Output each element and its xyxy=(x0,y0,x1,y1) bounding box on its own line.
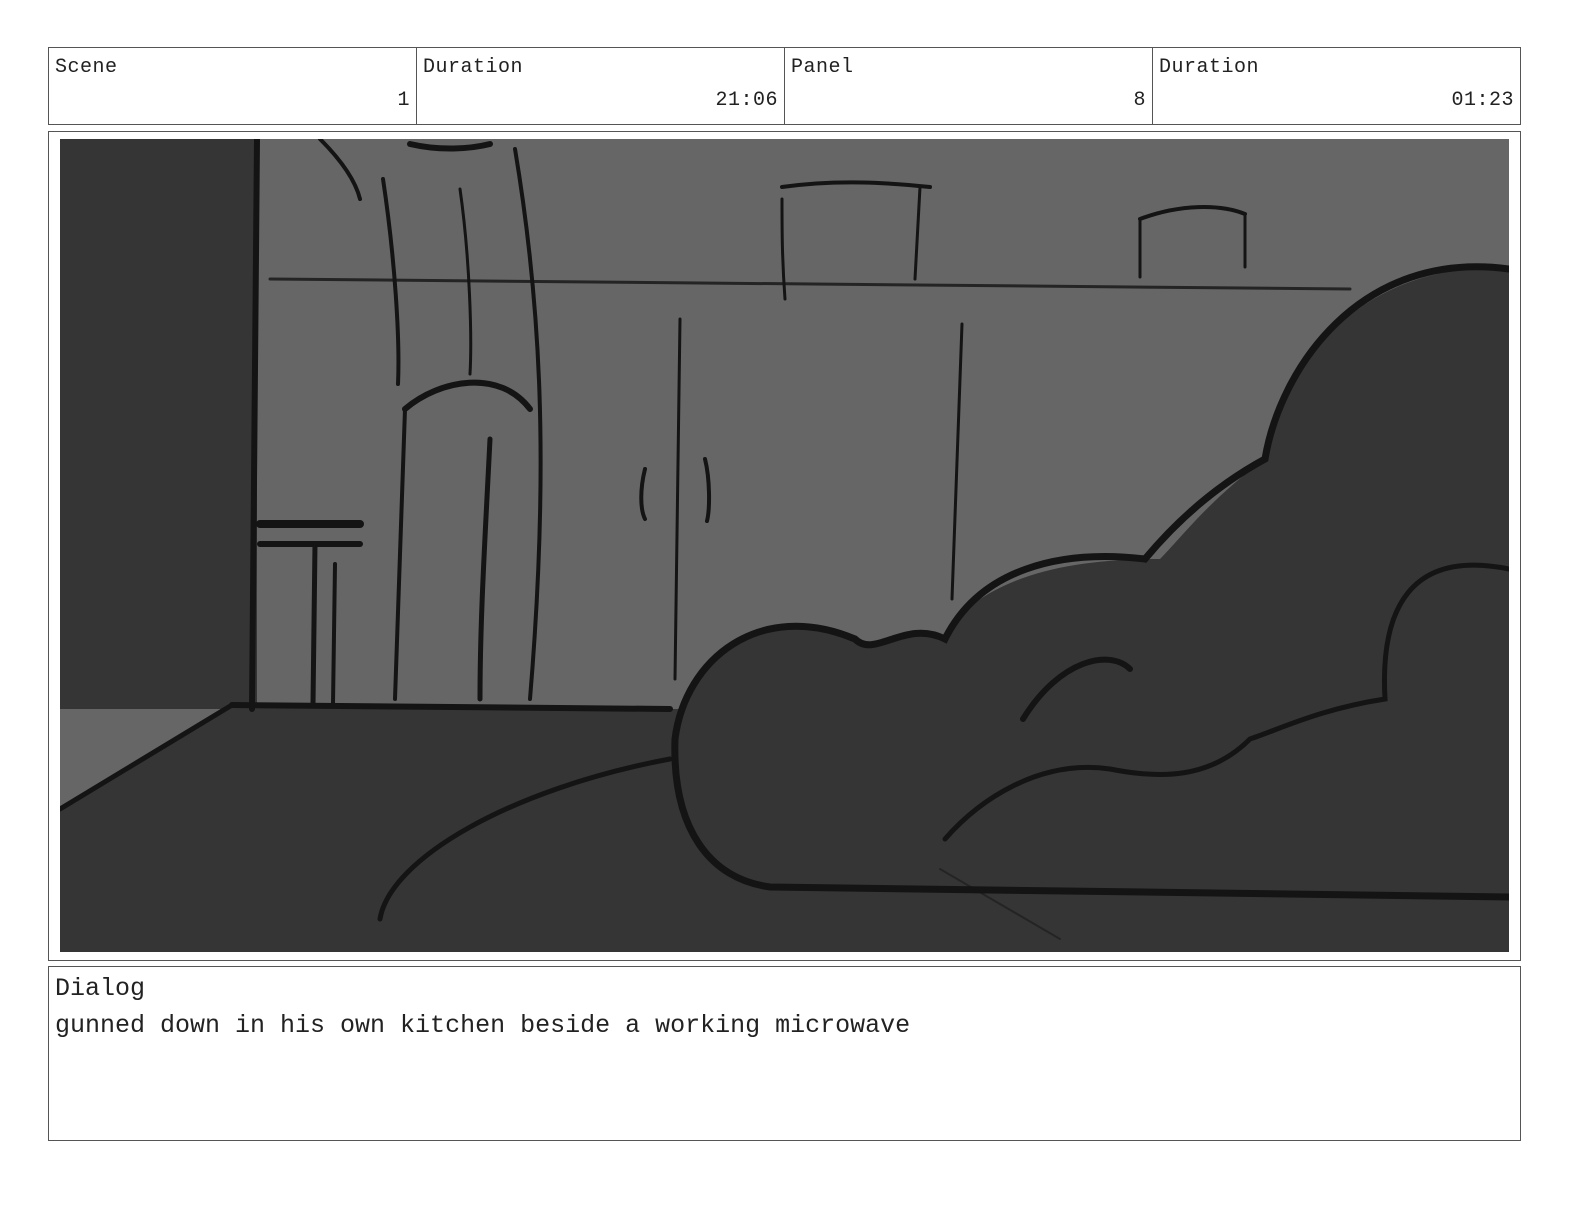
panel-cell: Panel 8 xyxy=(785,48,1153,124)
scene-duration-label: Duration xyxy=(423,56,524,79)
panel-label: Panel xyxy=(791,56,854,79)
dialog-label: Dialog xyxy=(55,974,146,1003)
scene-label: Scene xyxy=(55,56,118,79)
scene-value[interactable]: 1 xyxy=(397,89,410,112)
panel-frame xyxy=(48,131,1521,961)
panel-value[interactable]: 8 xyxy=(1133,89,1146,112)
storyboard-header: Scene 1 Duration 21:06 Panel 8 Duration … xyxy=(48,47,1521,125)
scene-duration-value[interactable]: 21:06 xyxy=(715,89,778,112)
dialog-box[interactable]: Dialog gunned down in his own kitchen be… xyxy=(48,966,1521,1141)
panel-duration-label: Duration xyxy=(1159,56,1260,79)
panel-sketch-image[interactable] xyxy=(60,139,1509,952)
scene-duration-cell: Duration 21:06 xyxy=(417,48,785,124)
scene-cell: Scene 1 xyxy=(49,48,417,124)
panel-duration-cell: Duration 01:23 xyxy=(1153,48,1520,124)
dialog-text[interactable]: gunned down in his own kitchen beside a … xyxy=(55,1011,910,1040)
panel-duration-value[interactable]: 01:23 xyxy=(1451,89,1514,112)
sketch-left-wall xyxy=(60,139,257,709)
